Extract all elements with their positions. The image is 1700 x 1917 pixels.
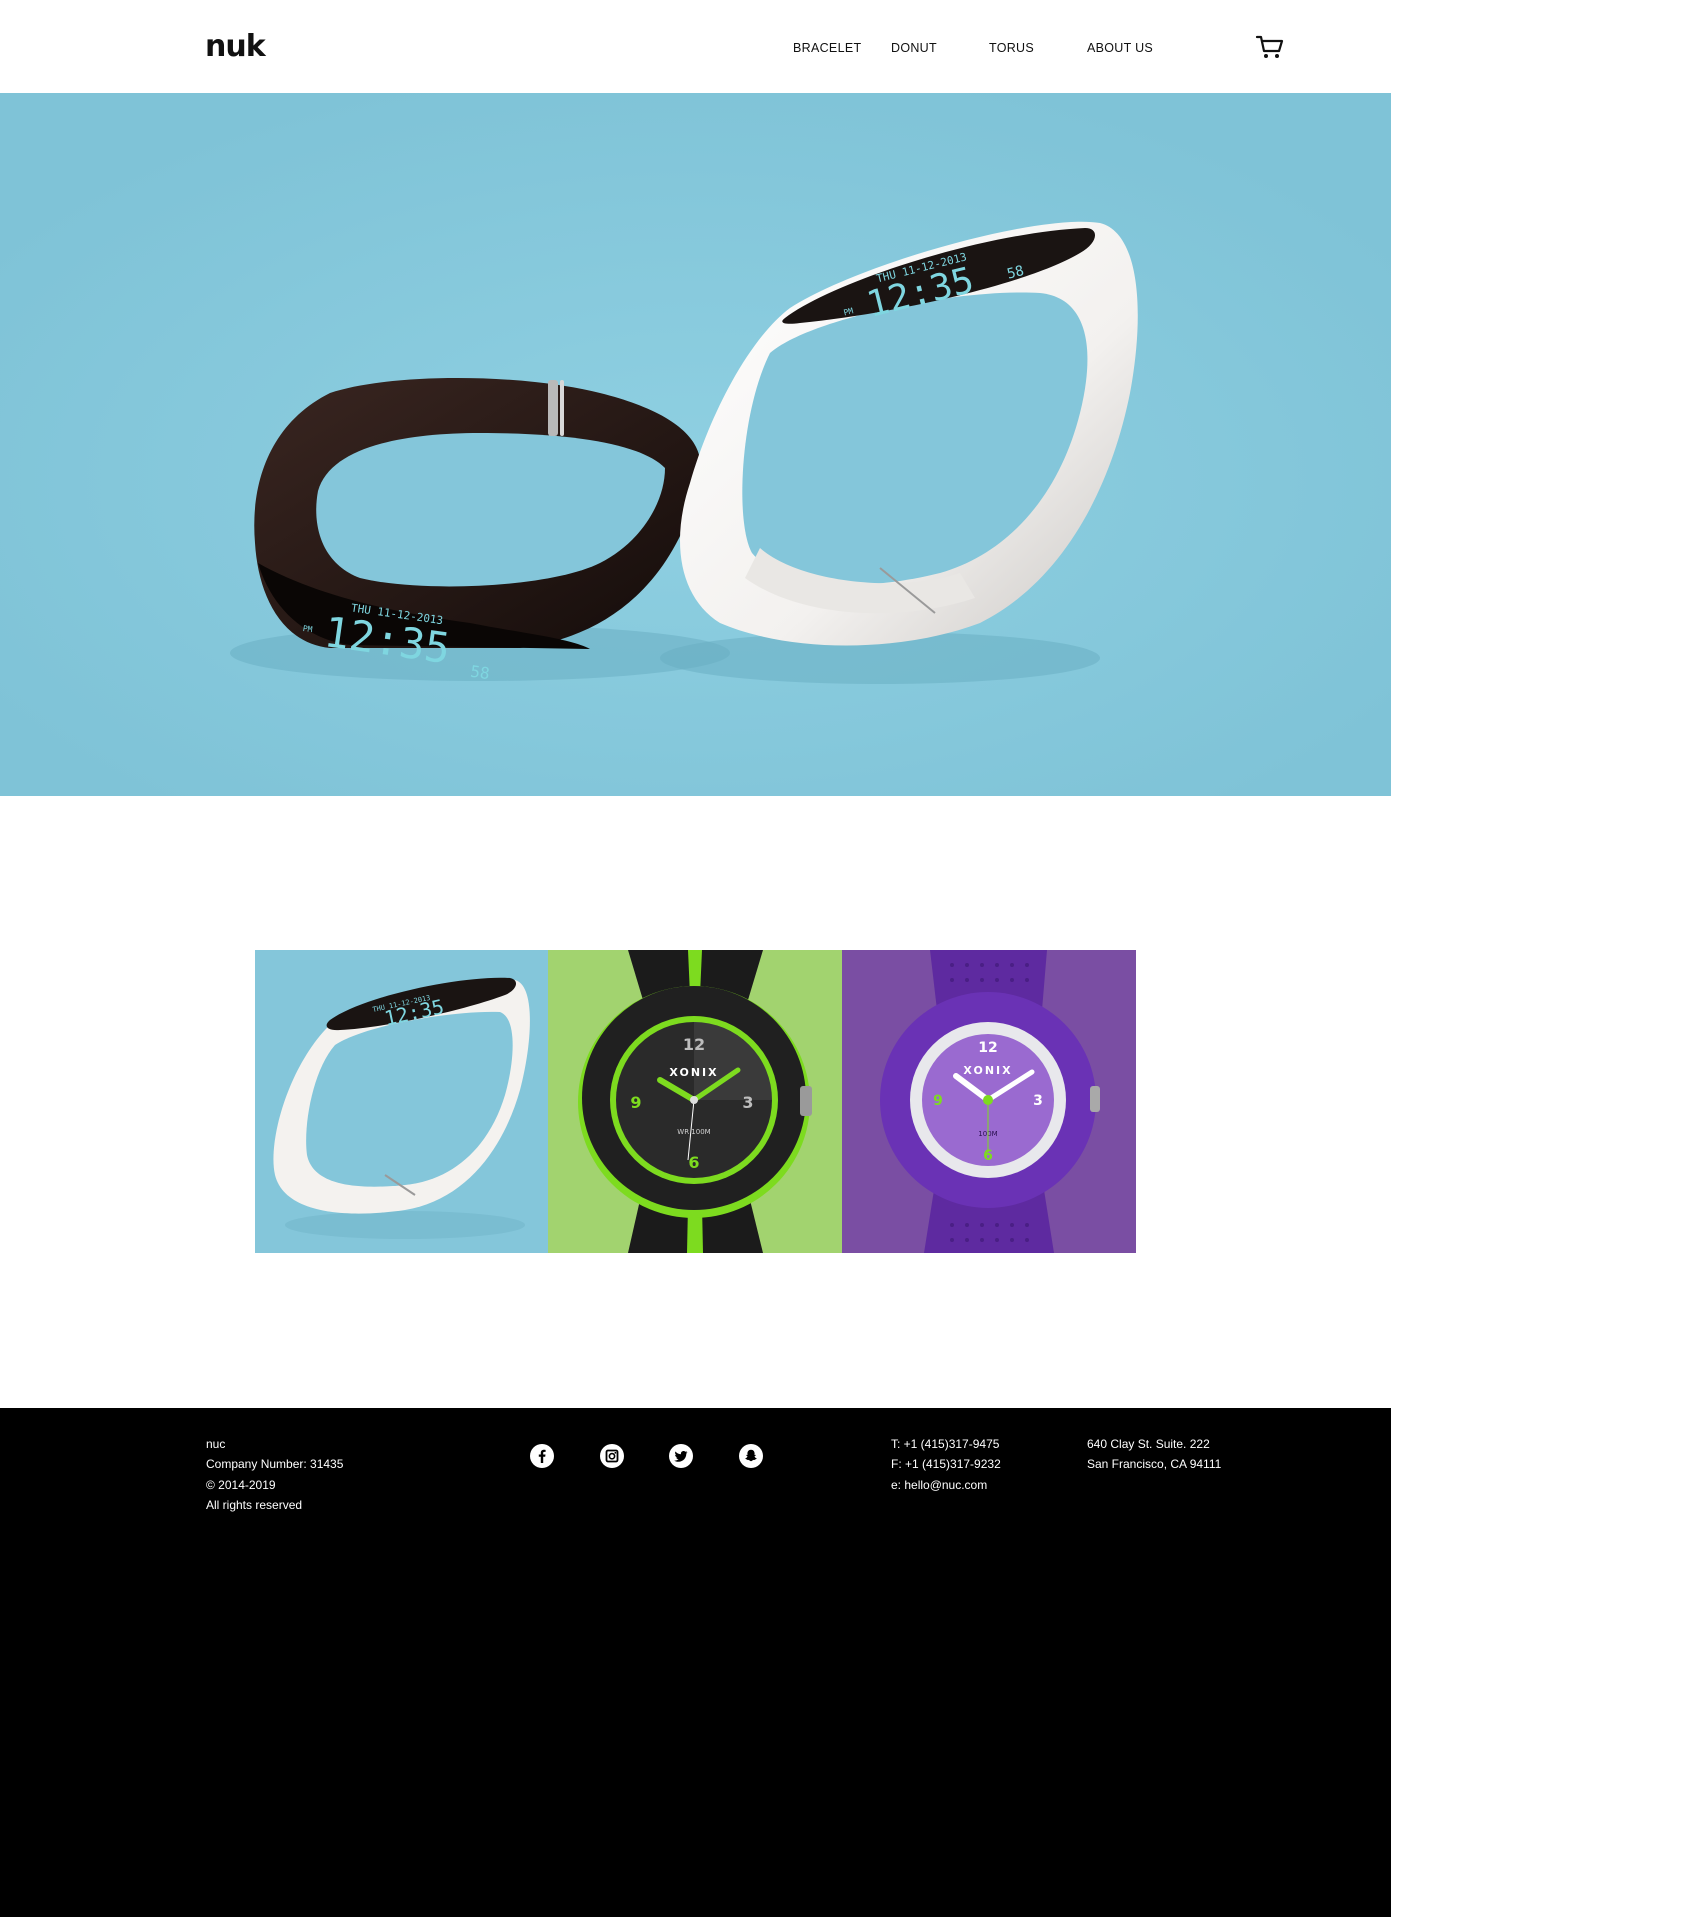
dark-display-period: PM [302, 624, 313, 634]
facebook-icon[interactable] [530, 1444, 554, 1468]
site-footer: nuc Company Number: 31435 © 2014-2019 Al… [0, 1408, 1391, 1917]
green-watch-numeral-9: 9 [630, 1093, 641, 1112]
twitter-icon[interactable] [669, 1444, 693, 1468]
nav-item-torus[interactable]: TORUS [989, 41, 1034, 55]
purple-watch-brand: XONIX [963, 1064, 1012, 1077]
green-watch-image: 12 3 6 9 XONIX WR 100M [578, 950, 812, 1253]
footer-fax: F: +1 (415)317-9232 [891, 1457, 1001, 1472]
nav-item-about-us[interactable]: ABOUT US [1087, 41, 1153, 55]
footer-phone[interactable]: T: +1 (415)317-9475 [891, 1434, 1001, 1454]
bracelet-pair-image: THU 11-12-2013 PM 12:35 58 THU 11-12-201… [0, 93, 1391, 796]
purple-watch-numeral-9: 9 [933, 1093, 943, 1109]
brand-logo[interactable]: nuk [205, 30, 266, 64]
footer-address-line-1: 640 Clay St. Suite. 222 [1087, 1437, 1210, 1451]
footer-email[interactable]: e: hello@nuc.com [891, 1475, 1001, 1495]
nav-item-bracelet[interactable]: BRACELET [793, 41, 861, 55]
footer-address-line-2: San Francisco, CA 94111 [1087, 1457, 1222, 1472]
green-watch-numeral-6: 6 [688, 1153, 699, 1172]
footer-contact: T: +1 (415)317-9475 F: +1 (415)317-9232 … [891, 1434, 1001, 1495]
footer-copyright: © 2014-2019 [206, 1477, 276, 1492]
white-bracelet-image: THU 11-12-2013 12:35 [273, 977, 530, 1239]
footer-rights: All rights reserved [206, 1498, 303, 1513]
purple-watch-numeral-3: 3 [1033, 1093, 1043, 1109]
dark-display-seconds: 58 [469, 662, 491, 683]
site-header: nuk BRACELET DONUT TORUS ABOUT US [0, 0, 1391, 93]
footer-address: 640 Clay St. Suite. 222 San Francisco, C… [1087, 1434, 1221, 1475]
green-watch-brand: XONIX [669, 1066, 718, 1079]
green-watch-numeral-12: 12 [683, 1035, 705, 1054]
nav-item-donut[interactable]: DONUT [891, 41, 937, 55]
green-watch-depth: WR 100M [677, 1128, 710, 1136]
purple-watch-image: 12 3 6 9 XONIX 100M [880, 950, 1100, 1253]
hero-banner: THU 11-12-2013 PM 12:35 58 THU 11-12-201… [0, 93, 1391, 796]
cart-icon[interactable] [1255, 34, 1285, 60]
snapchat-icon[interactable] [739, 1444, 763, 1468]
footer-company-name: nuc [206, 1437, 226, 1451]
green-watch-numeral-3: 3 [742, 1093, 753, 1112]
product-gallery: THU 11-12-2013 12:35 12 3 6 9 XONIX WR 1… [255, 950, 1136, 1253]
gallery-tile-purple-watch[interactable]: 12 3 6 9 XONIX 100M [842, 950, 1136, 1253]
gallery-tile-green-watch[interactable]: 12 3 6 9 XONIX WR 100M [548, 950, 842, 1253]
instagram-icon[interactable] [600, 1444, 624, 1468]
footer-company-number: Company Number: 31435 [206, 1457, 344, 1472]
gallery-tile-white-bracelet[interactable]: THU 11-12-2013 12:35 [255, 950, 548, 1253]
purple-watch-numeral-12: 12 [978, 1040, 997, 1056]
footer-company: nuc Company Number: 31435 © 2014-2019 Al… [206, 1434, 343, 1516]
